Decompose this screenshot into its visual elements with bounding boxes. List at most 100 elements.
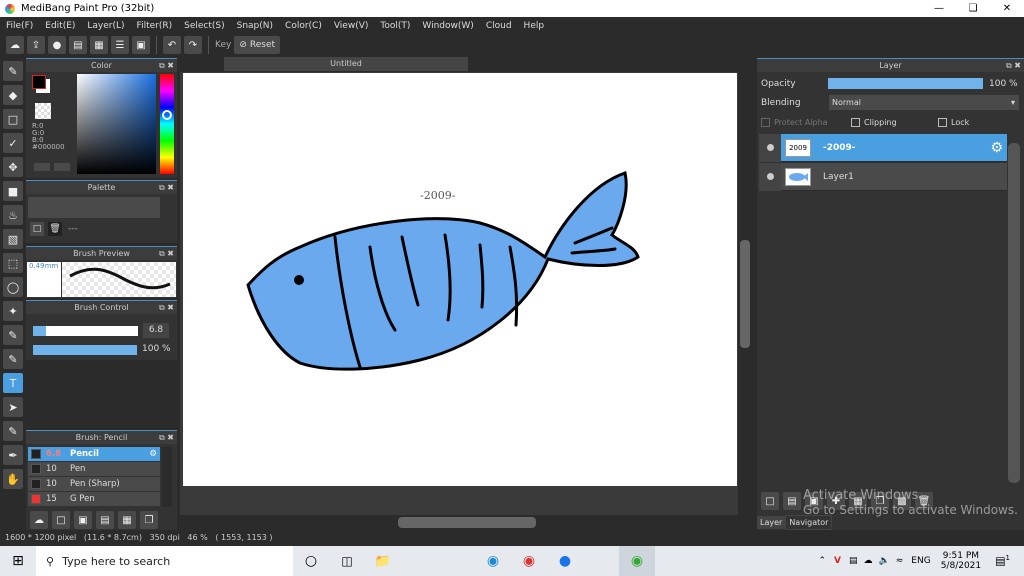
panel-close-icon[interactable]: ⧉ ✖ xyxy=(159,181,174,194)
gear-icon[interactable]: ⚙ xyxy=(149,449,157,459)
cortana-icon[interactable]: ○ xyxy=(293,553,329,569)
saturation-value-picker[interactable] xyxy=(77,74,156,174)
new-1bit-layer-icon[interactable]: ▣ xyxy=(805,492,823,510)
panel-close-icon[interactable]: ⧉ ✖ xyxy=(159,59,174,72)
network-tray-icon[interactable]: ▤ xyxy=(849,556,858,566)
redo-icon[interactable]: ↷ xyxy=(184,36,202,54)
rectangle-tool-icon[interactable]: □ xyxy=(3,109,23,129)
folder-icon[interactable]: ▦ xyxy=(118,511,136,529)
panel-close-icon[interactable]: ⧉ ✖ xyxy=(159,247,174,260)
brush-list-scrollbar[interactable] xyxy=(162,447,172,507)
menu-file[interactable]: File(F) xyxy=(0,21,39,31)
brush-opacity-slider[interactable] xyxy=(33,345,137,355)
delete-layer-icon[interactable]: 🗑 xyxy=(915,492,933,510)
folder-icon[interactable]: ▦ xyxy=(849,492,867,510)
layer-row-layer1[interactable]: Layer1 xyxy=(759,162,1007,191)
edge-icon[interactable]: ◉ xyxy=(475,553,511,569)
wifi-icon[interactable]: ≈ xyxy=(896,556,904,566)
gear-icon[interactable]: ⚙ xyxy=(990,140,1003,156)
menu-color[interactable]: Color(C) xyxy=(279,21,328,31)
file-explorer-icon[interactable]: 📁 xyxy=(365,554,401,569)
menu-layer[interactable]: Layer(L) xyxy=(81,21,130,31)
document-tab[interactable]: Untitled xyxy=(224,57,468,71)
gradient-tool-icon[interactable]: ▧ xyxy=(3,229,23,249)
eyedropper-icon[interactable]: ✒ xyxy=(3,445,23,465)
menu-cloud[interactable]: Cloud xyxy=(480,21,518,31)
tray-overflow-icon[interactable]: ⌃ xyxy=(819,556,827,566)
tab-layer[interactable]: Layer xyxy=(757,516,786,529)
cloud-icon[interactable]: ☁ xyxy=(6,36,24,54)
tab-navigator[interactable]: Navigator xyxy=(785,515,833,530)
panel-close-icon[interactable]: ⧉ ✖ xyxy=(159,431,174,444)
brush-size-value[interactable]: 6.8 xyxy=(143,323,169,338)
medibang-taskbar-icon[interactable]: ◉ xyxy=(619,546,655,576)
bucket-tool-icon[interactable]: ♨ xyxy=(3,205,23,225)
menu-filter[interactable]: Filter(R) xyxy=(131,21,179,31)
add-layer-icon[interactable]: ✚ xyxy=(827,492,845,510)
fg-color-swatch[interactable] xyxy=(32,75,46,89)
maximize-button[interactable]: ❏ xyxy=(956,3,990,14)
message-icon[interactable]: ▤ xyxy=(69,36,87,54)
select-pen-icon[interactable]: ✎ xyxy=(3,325,23,345)
document-canvas[interactable]: -2009- xyxy=(183,73,737,486)
close-button[interactable]: ✕ xyxy=(990,3,1024,14)
visibility-icon[interactable] xyxy=(759,133,781,162)
notification-icon[interactable]: ▤1 xyxy=(995,554,1010,568)
menu-help[interactable]: Help xyxy=(518,21,551,31)
menu-view[interactable]: View(V) xyxy=(328,21,375,31)
vertical-scrollbar[interactable] xyxy=(738,72,752,515)
brush-size-slider[interactable] xyxy=(33,326,138,336)
layer-row-2009[interactable]: 2009 -2009- ⚙ xyxy=(759,133,1007,162)
brush-item-pen[interactable]: 10 Pen xyxy=(28,462,160,477)
duplicate-layer-icon[interactable]: ❐ xyxy=(871,492,889,510)
text-tool-icon[interactable]: T xyxy=(3,373,23,393)
menu-window[interactable]: Window(W) xyxy=(416,21,479,31)
layer-opacity-slider[interactable] xyxy=(828,78,983,89)
magic-wand-icon[interactable]: ✦ xyxy=(3,301,23,321)
divide-tool-icon[interactable]: ✎ xyxy=(3,421,23,441)
horizontal-scrollbar[interactable] xyxy=(180,515,752,530)
list-icon[interactable]: ☰ xyxy=(111,36,129,54)
brush-script-icon[interactable]: ▤ xyxy=(96,511,114,529)
grid-icon[interactable]: ▣ xyxy=(132,36,150,54)
undo-icon[interactable]: ↶ xyxy=(163,36,181,54)
transparent-swatch[interactable] xyxy=(35,103,51,119)
language-indicator[interactable]: ENG xyxy=(911,556,930,566)
clock[interactable]: 9:51 PM 5/8/2021 xyxy=(941,551,981,571)
vertical-scroll-thumb[interactable] xyxy=(740,240,750,348)
lock-checkbox[interactable]: Lock xyxy=(938,118,969,127)
brush-tool-icon[interactable]: ✎ xyxy=(3,61,23,81)
new-palette-icon[interactable]: □ xyxy=(30,222,44,236)
vivaldi-tray-icon[interactable]: V xyxy=(834,556,841,566)
chrome-icon[interactable]: ◉ xyxy=(511,553,547,569)
new-layer-icon[interactable]: □ xyxy=(761,492,779,510)
new-halftone-layer-icon[interactable]: ▤ xyxy=(783,492,801,510)
zalo-icon[interactable]: ● xyxy=(547,553,583,569)
color-mode-button-2[interactable] xyxy=(54,163,70,171)
minimize-button[interactable]: — xyxy=(922,3,956,14)
hue-handle[interactable] xyxy=(162,110,172,120)
duplicate-brush-icon[interactable]: ❐ xyxy=(140,511,158,529)
palette-swatches[interactable] xyxy=(28,197,160,218)
brush-item-g-pen[interactable]: 15 G Pen xyxy=(28,492,160,507)
protect-alpha-checkbox[interactable]: Protect Alpha xyxy=(761,118,828,127)
dot-tool-icon[interactable]: ✓ xyxy=(3,133,23,153)
operation-tool-icon[interactable]: ➤ xyxy=(3,397,23,417)
clipping-checkbox[interactable]: Clipping xyxy=(851,118,897,127)
share-icon[interactable]: ⇪ xyxy=(27,36,45,54)
delete-palette-icon[interactable]: 🗑 xyxy=(48,222,62,236)
fill-rect-tool-icon[interactable]: ■ xyxy=(3,181,23,201)
horizontal-scroll-thumb[interactable] xyxy=(398,517,536,528)
move-tool-icon[interactable]: ✥ xyxy=(3,157,23,177)
add-brush-icon[interactable]: ▣ xyxy=(74,511,92,529)
layer-list-scrollbar[interactable] xyxy=(1008,143,1020,483)
task-view-icon[interactable]: ◫ xyxy=(329,554,365,568)
merge-layer-icon[interactable]: ▩ xyxy=(893,492,911,510)
lasso-tool-icon[interactable]: ◯ xyxy=(3,277,23,297)
select-tool-icon[interactable]: ⬚ xyxy=(3,253,23,273)
panel-close-icon[interactable]: ⧉ ✖ xyxy=(159,301,174,314)
visibility-icon[interactable] xyxy=(759,162,781,191)
menu-tool[interactable]: Tool(T) xyxy=(374,21,416,31)
hue-slider[interactable] xyxy=(160,74,174,174)
blending-select[interactable]: Normal ▾ xyxy=(829,95,1019,110)
